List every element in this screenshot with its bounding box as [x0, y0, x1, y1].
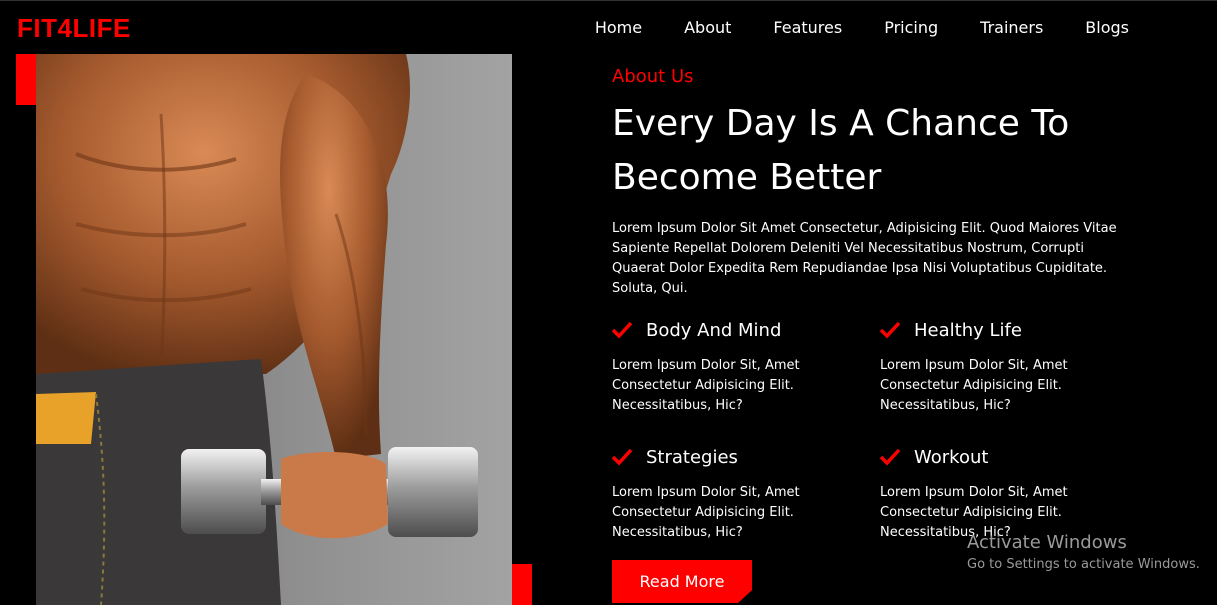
nav-features[interactable]: Features [773, 18, 842, 37]
nav-trainers[interactable]: Trainers [980, 18, 1043, 37]
feature-title: Workout [914, 446, 989, 468]
feature-item: Healthy Life Lorem Ipsum Dolor Sit, Amet… [880, 316, 1120, 416]
accent-bar-top [16, 54, 36, 105]
logo-fit: FIT [17, 13, 58, 43]
feature-description: Lorem Ipsum Dolor Sit, Amet Consectetur … [612, 358, 800, 413]
feature-item: Body And Mind Lorem Ipsum Dolor Sit, Ame… [612, 316, 852, 416]
read-more-button[interactable]: Read More [612, 560, 752, 603]
check-icon [880, 321, 900, 339]
check-icon [880, 448, 900, 466]
windows-activation-watermark: Activate Windows Go to Settings to activ… [967, 532, 1200, 572]
feature-title: Strategies [646, 446, 738, 468]
logo-life: LIFE [72, 13, 131, 43]
nav-home[interactable]: Home [595, 18, 642, 37]
logo-four: 4 [57, 13, 73, 43]
feature-title: Healthy Life [914, 319, 1022, 341]
feature-item: Strategies Lorem Ipsum Dolor Sit, Amet C… [612, 443, 852, 543]
logo[interactable]: FIT4LIFE [17, 13, 131, 44]
watermark-subtitle: Go to Settings to activate Windows. [967, 557, 1200, 572]
navbar: FIT4LIFE Home About Features Pricing Tra… [0, 0, 1217, 54]
accent-bar-bottom [512, 564, 532, 605]
nav-blogs[interactable]: Blogs [1085, 18, 1129, 37]
nav-pricing[interactable]: Pricing [884, 18, 938, 37]
feature-title: Body And Mind [646, 319, 782, 341]
feature-description: Lorem Ipsum Dolor Sit, Amet Consectetur … [880, 358, 1068, 413]
section-eyebrow: About Us [612, 66, 694, 87]
intro-paragraph: Lorem Ipsum Dolor Sit Amet Consectetur, … [612, 221, 1117, 296]
fitness-photo [36, 54, 512, 605]
feature-item: Workout Lorem Ipsum Dolor Sit, Amet Cons… [880, 443, 1120, 543]
nav-about[interactable]: About [684, 18, 731, 37]
check-icon [612, 448, 632, 466]
feature-description: Lorem Ipsum Dolor Sit, Amet Consectetur … [612, 485, 800, 540]
check-icon [612, 321, 632, 339]
page-title: Every Day Is A Chance To Become Better [612, 103, 1070, 198]
about-section: About Us Every Day Is A Chance To Become… [612, 66, 1152, 299]
nav-menu: Home About Features Pricing Trainers Blo… [553, 18, 1129, 37]
watermark-title: Activate Windows [967, 532, 1127, 553]
